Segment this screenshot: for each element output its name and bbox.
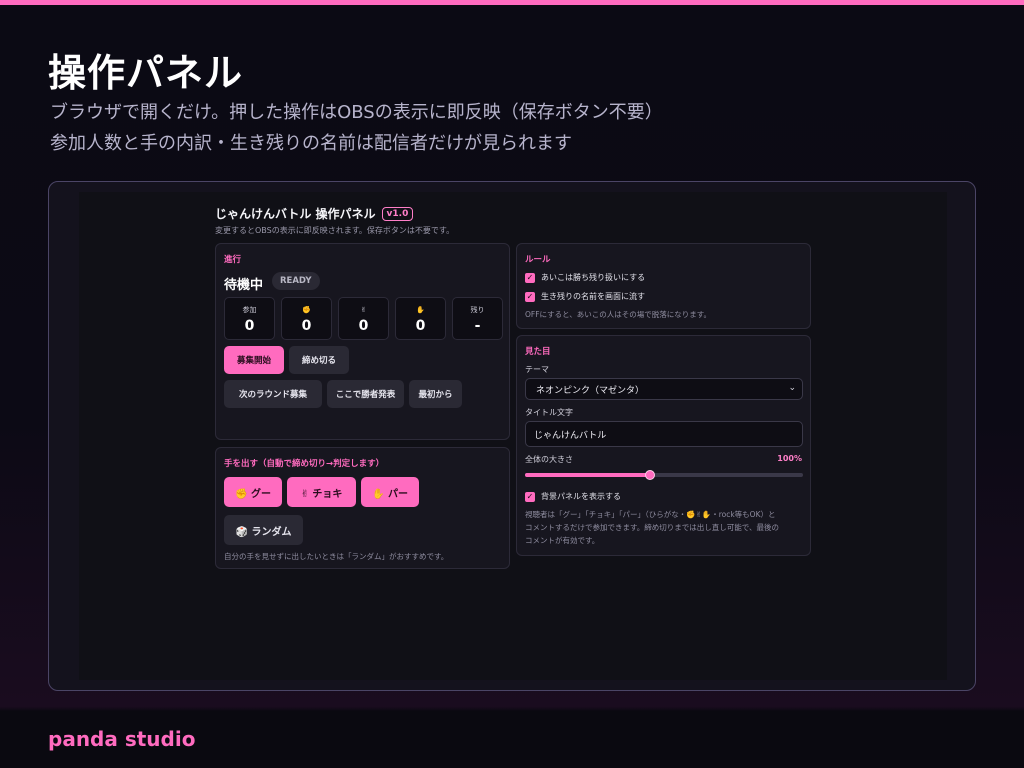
checkbox[interactable]: ✓ <box>525 491 535 502</box>
announce-winner-button[interactable]: ここで勝者発表 <box>327 380 404 408</box>
progress-card: 進行 待機中 READY 参加 0 ✊ 0 ✌ 0 ✋ 0 残り - 募集開始 … <box>215 243 510 440</box>
start-recruit-button[interactable]: 募集開始 <box>224 346 284 374</box>
rules-heading: ルール <box>525 255 551 265</box>
stat-label: 参加 <box>242 306 257 314</box>
close-recruit-button[interactable]: 締め切る <box>289 346 349 374</box>
version-badge: v1.0 <box>381 206 414 221</box>
appearance-note-2: コメントするだけで参加できます。締め切りまでは出し直し可能で、最後の <box>525 523 779 532</box>
app-title-text: じゃんけんバトル 操作パネル <box>215 207 376 221</box>
bg-panel-label: 背景パネルを表示する <box>541 492 621 501</box>
stat-label: 残り <box>470 306 485 314</box>
tie-survive-option[interactable]: ✓ あいこは勝ち残り扱いにする <box>525 272 645 283</box>
stat-value: 0 <box>301 318 312 334</box>
random-button[interactable]: 🎲 ランダム <box>224 515 303 545</box>
screenshot-frame: じゃんけんバトル 操作パネル v1.0 変更するとOBSの表示に即反映されます。… <box>48 181 976 691</box>
slide-subtitle-1: ブラウザで開くだけ。押した操作はOBSの表示に即反映（保存ボタン不要） <box>50 102 663 123</box>
hand-note: 自分の手を見せずに出したいときは「ランダム」がおすすめです。 <box>224 552 449 561</box>
tie-survive-label: あいこは勝ち残り扱いにする <box>541 273 646 282</box>
stat-paper: ✋ 0 <box>395 297 446 340</box>
restart-button[interactable]: 最初から <box>409 380 462 408</box>
checkbox[interactable]: ✓ <box>525 291 535 302</box>
app-description: 変更するとOBSの表示に即反映されます。保存ボタンは不要です。 <box>215 226 455 235</box>
state-title: 待機中 <box>224 278 264 293</box>
paper-icon: ✋ <box>416 306 425 314</box>
paper-button[interactable]: ✋ パー <box>361 477 419 507</box>
brand-logo-text: panda studio <box>48 727 196 751</box>
theme-selected-value: ネオンピンク（マゼンタ） <box>536 385 645 396</box>
stat-scissors: ✌ 0 <box>338 297 389 340</box>
rock-button[interactable]: ✊ グー <box>224 477 282 507</box>
progress-heading: 進行 <box>224 255 242 265</box>
scroll-names-label: 生き残りの名前を画面に流す <box>541 292 645 301</box>
control-panel-screen: じゃんけんバトル 操作パネル v1.0 変更するとOBSの表示に即反映されます。… <box>79 192 947 680</box>
checkbox[interactable]: ✓ <box>525 272 535 283</box>
stat-value: 0 <box>415 318 426 334</box>
slide-title: 操作パネル <box>48 51 244 95</box>
app-title: じゃんけんバトル 操作パネル v1.0 <box>215 205 414 222</box>
bg-panel-option[interactable]: ✓ 背景パネルを表示する <box>525 491 621 502</box>
hand-heading: 手を出す（自動で締め切り→判定します） <box>224 459 385 469</box>
rock-icon: ✊ <box>302 306 311 314</box>
appearance-note-3: コメントが有効です。 <box>525 536 600 545</box>
status-badge: READY <box>272 272 320 290</box>
rules-note: OFFにすると、あいこの人はその場で脱落になります。 <box>525 310 712 319</box>
scissors-button[interactable]: ✌ チョキ <box>287 477 356 507</box>
stat-participants: 参加 0 <box>224 297 275 340</box>
appearance-card: 見た目 テーマ ネオンピンク（マゼンタ） ⌄ タイトル文字 全体の大きさ 100… <box>516 335 811 556</box>
stat-value: - <box>474 318 481 334</box>
top-accent-bar <box>0 0 1024 5</box>
theme-label: テーマ <box>525 365 549 374</box>
appearance-note-1: 視聴者は「グー」「チョキ」「パー」（ひらがな・✊✌✋・rock等もOK）と <box>525 510 776 519</box>
stat-value: 0 <box>244 318 255 334</box>
size-value: 100% <box>777 454 802 463</box>
stat-remaining: 残り - <box>452 297 503 340</box>
stat-value: 0 <box>358 318 369 334</box>
slider-thumb[interactable] <box>645 470 656 480</box>
scissors-icon: ✌ <box>360 306 367 314</box>
size-label: 全体の大きさ <box>525 455 573 464</box>
size-slider[interactable] <box>525 470 803 480</box>
slide-subtitle-2: 参加人数と手の内訳・生き残りの名前は配信者だけが見られます <box>50 133 572 154</box>
rules-card: ルール ✓ あいこは勝ち残り扱いにする ✓ 生き残りの名前を画面に流す OFFに… <box>516 243 811 329</box>
title-text-label: タイトル文字 <box>525 408 573 417</box>
scroll-names-option[interactable]: ✓ 生き残りの名前を画面に流す <box>525 291 645 302</box>
appearance-heading: 見た目 <box>525 347 551 357</box>
chevron-down-icon: ⌄ <box>788 383 796 393</box>
theme-select[interactable]: ネオンピンク（マゼンタ） ⌄ <box>525 378 803 400</box>
slider-fill <box>525 473 651 477</box>
next-round-button[interactable]: 次のラウンド募集 <box>224 380 322 408</box>
hand-card: 手を出す（自動で締め切り→判定します） ✊ グー ✌ チョキ ✋ パー 🎲 ラン… <box>215 447 510 569</box>
title-text-input[interactable] <box>525 421 803 447</box>
stat-rock: ✊ 0 <box>281 297 332 340</box>
